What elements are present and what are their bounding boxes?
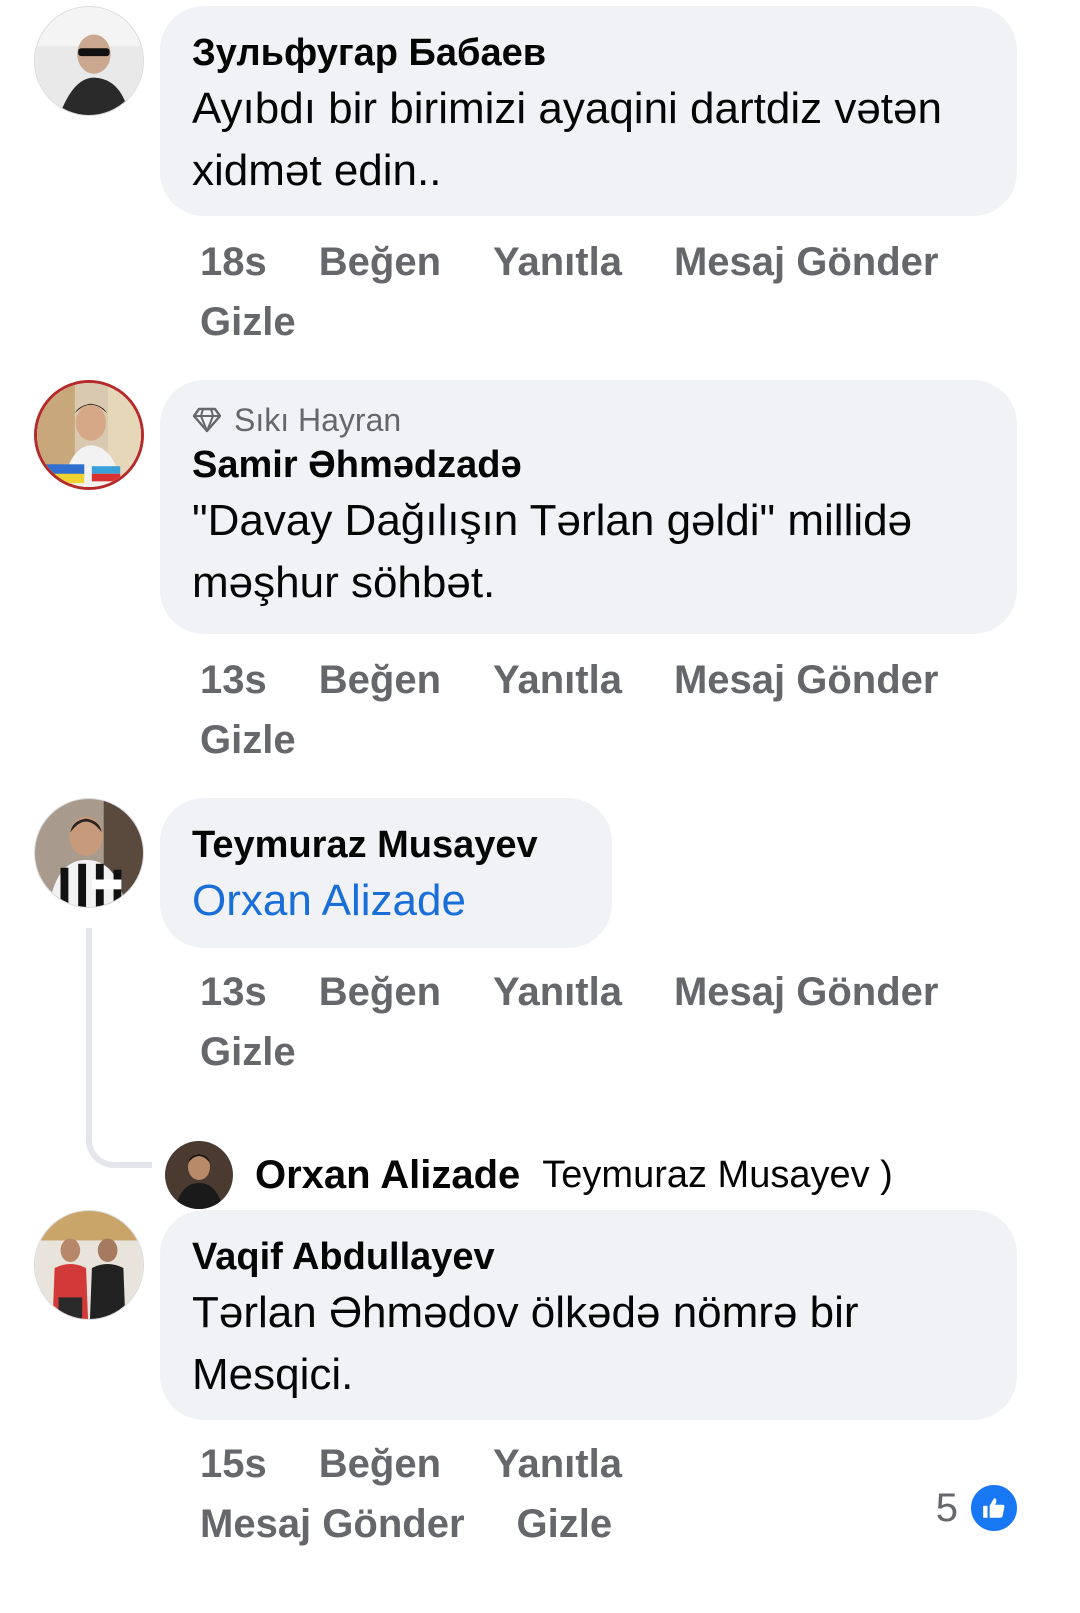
like-button[interactable]: Beğen xyxy=(319,962,441,1022)
badge-label: Sıkı Hayran xyxy=(234,402,402,438)
send-message-button[interactable]: Mesaj Gönder xyxy=(674,650,939,710)
reply-text: Teymuraz Musayev ) xyxy=(542,1153,893,1196)
avatar-photo xyxy=(165,1141,233,1209)
comment-time[interactable]: 13s xyxy=(200,650,267,710)
reply-author[interactable]: Orxan Alizade xyxy=(255,1153,520,1198)
comment-author[interactable]: Vaqif Abdullayev xyxy=(192,1232,985,1282)
hide-button[interactable]: Gizle xyxy=(200,710,296,770)
diamond-icon xyxy=(192,407,222,433)
comment-bubble: Зульфугар Бабаев Ayıbdı bir birimizi aya… xyxy=(160,6,1017,216)
like-icon xyxy=(968,1482,1020,1534)
avatar[interactable] xyxy=(34,798,144,908)
send-message-button[interactable]: Mesaj Gönder xyxy=(200,1494,465,1554)
mention-link[interactable]: Orxan Alizade xyxy=(192,870,580,932)
avatar[interactable] xyxy=(34,380,144,490)
comment-bubble: Teymuraz Musayev Orxan Alizade xyxy=(160,798,612,948)
reply-button[interactable]: Yanıtla xyxy=(493,232,622,292)
comment-time[interactable]: 15s xyxy=(200,1434,267,1494)
reply-button[interactable]: Yanıtla xyxy=(493,1434,622,1494)
comment-time[interactable]: 18s xyxy=(200,232,267,292)
send-message-button[interactable]: Mesaj Gönder xyxy=(674,962,939,1022)
send-message-button[interactable]: Mesaj Gönder xyxy=(674,232,939,292)
hide-button[interactable]: Gizle xyxy=(517,1494,613,1554)
comment-actions: 13s Beğen Yanıtla Mesaj Gönder Gizle xyxy=(200,962,1000,1082)
avatar[interactable] xyxy=(34,1210,144,1320)
reply-button[interactable]: Yanıtla xyxy=(493,650,622,710)
avatar-photo xyxy=(35,799,143,907)
like-button[interactable]: Beğen xyxy=(319,650,441,710)
thread-connector xyxy=(86,928,152,1168)
avatar[interactable] xyxy=(34,6,144,116)
hide-button[interactable]: Gizle xyxy=(200,292,296,352)
reply-button[interactable]: Yanıtla xyxy=(493,962,622,1022)
reaction-count: 5 xyxy=(935,1485,958,1530)
avatar-photo xyxy=(35,7,143,115)
comment-time[interactable]: 13s xyxy=(200,962,267,1022)
comment-bubble: Sıkı Hayran Samir Əhmədzadə "Davay Dağıl… xyxy=(160,380,1017,634)
avatar-photo xyxy=(35,1211,143,1319)
avatar[interactable] xyxy=(165,1141,233,1209)
top-fan-badge: Sıkı Hayran xyxy=(192,400,985,440)
comment-author[interactable]: Зульфугар Бабаев xyxy=(192,28,985,78)
like-button[interactable]: Beğen xyxy=(319,1434,441,1494)
comment-actions: 18s Beğen Yanıtla Mesaj Gönder Gizle xyxy=(200,232,1000,352)
comment-author[interactable]: Teymuraz Musayev xyxy=(192,820,580,870)
comment-text: Tərlan Əhmədov ölkədə nömrə bir Mesqici. xyxy=(192,1288,859,1399)
like-button[interactable]: Beğen xyxy=(319,232,441,292)
reply-preview[interactable]: Orxan Alizade Teymuraz Musayev ) xyxy=(165,1140,893,1210)
comment-actions: 13s Beğen Yanıtla Mesaj Gönder Gizle xyxy=(200,650,1000,770)
avatar-photo xyxy=(37,383,141,487)
comment-text: Ayıbdı bir birimizi ayaqini dartdiz vətə… xyxy=(192,84,942,195)
comment-author[interactable]: Samir Əhmədzadə xyxy=(192,440,985,490)
comment-bubble: Vaqif Abdullayev Tərlan Əhmədov ölkədə n… xyxy=(160,1210,1017,1420)
reaction-summary[interactable]: 5 xyxy=(936,1482,1020,1534)
hide-button[interactable]: Gizle xyxy=(200,1022,296,1082)
comment-actions: 15s Beğen Yanıtla Mesaj Gönder Gizle xyxy=(200,1434,920,1554)
comment-text: "Davay Dağılışın Tərlan gəldi" millidə m… xyxy=(192,496,913,607)
